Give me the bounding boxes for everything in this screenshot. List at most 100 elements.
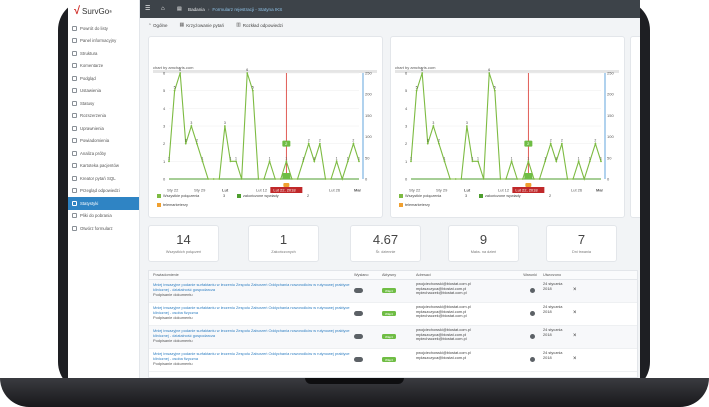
series-point[interactable] [352, 142, 355, 145]
series-point[interactable] [555, 160, 558, 163]
tab-krzyzowanie[interactable]: ▦ Krzyżowanie pytań [180, 22, 225, 28]
series-point[interactable] [302, 160, 305, 163]
series-point[interactable] [560, 142, 563, 145]
series-point[interactable] [493, 89, 496, 92]
breadcrumb-badania[interactable]: Badania [188, 7, 205, 12]
line-chart[interactable]: chart by amcharts.com 0 1 2 3 4 5 6 0 50 100 150 200… [149, 37, 384, 219]
series-point[interactable] [460, 178, 463, 180]
series-point[interactable] [324, 178, 327, 180]
sidebar-item-7[interactable]: Rozszerzenia [68, 110, 139, 123]
series-point[interactable] [235, 160, 237, 163]
series-point[interactable] [488, 72, 491, 74]
series-point[interactable] [471, 160, 474, 163]
series-point[interactable] [538, 178, 541, 180]
series-point[interactable] [421, 72, 424, 74]
conditions-icon[interactable] [530, 288, 535, 293]
series-point[interactable] [346, 160, 349, 163]
series-point[interactable] [196, 142, 198, 145]
series-point[interactable] [257, 178, 260, 180]
active-badge[interactable]: Włącz [382, 311, 397, 317]
sidebar-item-5[interactable]: Ustawienia [68, 85, 139, 98]
series-point[interactable] [505, 178, 507, 180]
notification-link[interactable]: Mniej inwazyjne podanie surfaktantu w le… [153, 351, 354, 361]
sidebar-item-1[interactable]: Panel informacyjny [68, 35, 139, 48]
sidebar-item-3[interactable]: Komentarze [68, 60, 139, 73]
sidebar-item-2[interactable]: Struktura [68, 47, 139, 60]
series-point[interactable] [168, 160, 170, 163]
series-point[interactable] [454, 178, 457, 180]
legend-item-wszystkie[interactable]: Wszystkie połączenia [399, 194, 465, 198]
series-point[interactable] [207, 178, 210, 180]
conditions-icon[interactable] [530, 334, 535, 339]
series-point[interactable] [510, 160, 513, 163]
active-badge[interactable]: Włącz [382, 334, 397, 340]
series-point[interactable] [443, 160, 446, 163]
series-point[interactable] [482, 178, 485, 180]
eye-toggle-icon[interactable] [354, 288, 363, 293]
notification-link[interactable]: Mniej inwazyjne podanie surfaktantu w le… [153, 282, 354, 292]
col-aktywny[interactable]: Aktywny [382, 273, 416, 277]
series-point[interactable] [415, 89, 418, 92]
series-point[interactable] [173, 89, 176, 92]
series-point[interactable] [410, 160, 412, 163]
series-point[interactable] [190, 125, 193, 127]
legend-item-wszystkie[interactable]: Wszystkie połączenia [157, 194, 223, 198]
series-point[interactable] [341, 178, 344, 180]
series-point[interactable] [330, 178, 332, 180]
series-point[interactable] [268, 160, 271, 163]
series-point[interactable] [566, 178, 569, 180]
series-point[interactable] [583, 178, 586, 180]
series-point[interactable] [533, 178, 535, 180]
series-point[interactable] [296, 178, 299, 180]
col-utworzono[interactable]: Utworzono [543, 273, 573, 277]
series-point[interactable] [251, 89, 254, 92]
series-point[interactable] [426, 142, 429, 145]
notification-link[interactable]: Mniej inwazyjne podanie surfaktantu w le… [153, 305, 354, 315]
series-point[interactable] [223, 125, 226, 127]
series-point[interactable] [572, 178, 574, 180]
eye-toggle-icon[interactable] [354, 311, 363, 316]
sidebar-item-6[interactable]: Statusy [68, 97, 139, 110]
series-point[interactable] [544, 160, 547, 163]
notification-link[interactable]: Mniej inwazyjne podanie surfaktantu w le… [153, 328, 354, 338]
series-point[interactable] [465, 125, 468, 127]
tab-rozklad[interactable]: ▥ Rozkład odpowiedzi [236, 22, 283, 28]
chart-scrollbar[interactable] [395, 70, 619, 73]
sidebar-item-9[interactable]: Powiadomienia [68, 135, 139, 148]
legend-item-zakonczone[interactable]: zakończone wywiady [237, 194, 307, 198]
conditions-icon[interactable] [530, 311, 535, 316]
series-point[interactable] [549, 142, 552, 145]
col-adresaci[interactable]: Adresaci [416, 273, 501, 277]
delete-icon[interactable]: × [573, 287, 593, 293]
series-point[interactable] [318, 142, 321, 145]
series-point[interactable] [432, 125, 435, 127]
series-point[interactable] [594, 142, 597, 145]
series-point[interactable] [229, 160, 232, 163]
delete-icon[interactable]: × [573, 310, 593, 316]
logo[interactable]: √ SurvGo ® [68, 0, 139, 22]
series-point[interactable] [240, 178, 243, 180]
series-point[interactable] [246, 72, 249, 74]
sidebar-item-10[interactable]: Analiza próby [68, 147, 139, 160]
tab-ogolne[interactable]: ◔ Ogólne [148, 22, 168, 28]
series-point[interactable] [212, 178, 215, 180]
line-chart[interactable]: chart by amcharts.com 0 1 2 3 4 5 6 0 50 100 150 200… [391, 37, 626, 219]
series-point[interactable] [307, 142, 310, 145]
series-point[interactable] [291, 178, 293, 180]
delete-icon[interactable]: × [573, 356, 593, 362]
col-warunki[interactable]: Warunki [501, 273, 543, 277]
sidebar-item-11[interactable]: Kartoteka pacjentów [68, 160, 139, 173]
delete-icon[interactable]: × [573, 333, 593, 339]
series-point[interactable] [358, 160, 360, 163]
active-badge[interactable]: Włącz [382, 288, 397, 294]
sidebar-item-15[interactable]: Pliki do pobrania [68, 210, 139, 223]
series-point[interactable] [600, 160, 602, 163]
series-point[interactable] [274, 178, 277, 180]
breadcrumb-current[interactable]: Formularz rejestracji - Statyna IKS [212, 7, 282, 12]
series-point[interactable] [201, 160, 204, 163]
conditions-icon[interactable] [530, 357, 535, 362]
series-point[interactable] [438, 142, 440, 145]
sidebar-item-8[interactable]: Uprawnienia [68, 122, 139, 135]
sidebar-item-12[interactable]: Kreator pytań SQL [68, 172, 139, 185]
series-point[interactable] [577, 160, 580, 163]
